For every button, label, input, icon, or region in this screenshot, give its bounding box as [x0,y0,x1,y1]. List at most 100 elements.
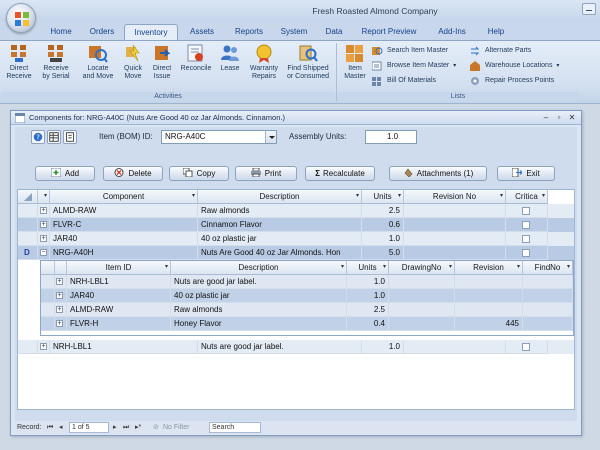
direct-issue-button[interactable]: Direct Issue [148,43,176,81]
sub-description-cell[interactable]: 40 oz plastic jar [171,289,347,303]
sub-revision-cell[interactable]: 445 [455,317,523,331]
tab-system[interactable]: System [274,24,314,40]
sub-column-header-revision[interactable]: Revision ▾ [455,261,523,275]
chevron-down-icon[interactable]: ▾ [165,261,168,274]
first-record-button[interactable]: ⏮ [47,423,53,433]
delete-button[interactable]: Delete [103,166,163,181]
quick-move-button[interactable]: Quick Move [120,43,146,81]
minimize-ribbon-button[interactable] [582,3,596,15]
recalculate-button[interactable]: Σ Recalculate [305,166,375,181]
critical-checkbox[interactable] [522,207,530,215]
expand-icon[interactable]: + [40,343,47,350]
sub-description-cell[interactable]: Nuts are good jar label. [171,275,347,289]
item-master-button[interactable]: Item Master [340,43,370,81]
locate-and-move-button[interactable]: Locate and Move [78,43,118,81]
table-row[interactable]: + FLVR-C Cinnamon Flavor 0.6 [18,218,574,232]
office-button[interactable] [6,3,36,33]
browse-item-master-button[interactable]: Browse Item Master ▾ [372,60,456,72]
units-cell[interactable]: 1.0 [362,232,404,246]
sub-units-cell[interactable]: 0.4 [347,317,389,331]
column-header-description[interactable]: Description ▾ [198,190,362,204]
description-cell[interactable]: Nuts Are Good 40 oz Jar Almonds. Hon [198,246,362,260]
tab-orders[interactable]: Orders [82,24,122,40]
sub-find-cell[interactable] [523,289,573,303]
row-selector[interactable] [41,289,55,303]
sub-item-cell[interactable]: JAR40 [67,289,171,303]
tab-assets[interactable]: Assets [182,24,222,40]
sub-find-cell[interactable] [523,303,573,317]
table-row[interactable]: + JAR40 40 oz plastic jar 1.0 [18,232,574,246]
expand-icon[interactable]: + [56,320,63,327]
column-header-revision-no[interactable]: Revision No ▾ [404,190,506,204]
component-cell[interactable]: FLVR-C [50,218,198,232]
sub-table-row[interactable]: + FLVR-H Honey Flavor 0.4 445 [41,317,573,331]
revision-cell[interactable] [404,232,506,246]
item-bom-id-combo[interactable]: NRG-A40C [161,130,277,144]
direct-receive-button[interactable]: Direct Receive [4,43,34,81]
units-cell[interactable]: 0.6 [362,218,404,232]
sub-item-cell[interactable]: NRH-LBL1 [67,275,171,289]
expand-icon[interactable]: + [40,221,47,228]
revision-cell[interactable] [404,204,506,218]
tab-data[interactable]: Data [318,24,350,40]
sub-drawing-cell[interactable] [389,289,455,303]
critical-checkbox[interactable] [522,249,530,257]
critical-checkbox[interactable] [522,343,530,351]
tab-add-ins[interactable]: Add-Ins [430,24,474,40]
tab-report-preview[interactable]: Report Preview [354,24,424,40]
row-selector[interactable] [41,317,55,331]
chevron-down-icon[interactable]: ▾ [517,261,520,274]
component-cell[interactable]: NRG-A40H [50,246,198,260]
bill-of-materials-button[interactable]: Bill Of Materials [372,75,436,87]
record-position-field[interactable]: 1 of 5 [69,422,109,433]
table-row-expanded[interactable]: D − NRG-A40H Nuts Are Good 40 oz Jar Alm… [18,246,574,260]
tab-home[interactable]: Home [42,24,80,40]
component-cell[interactable]: JAR40 [50,232,198,246]
sub-column-header-drawing-no[interactable]: DrawingNo ▾ [389,261,455,275]
units-cell[interactable]: 1.0 [362,340,404,354]
help-button[interactable]: ? [31,130,45,144]
sub-revision-cell[interactable] [455,303,523,317]
select-all-corner[interactable] [18,190,38,204]
sub-table-row[interactable]: + ALMD-RAW Raw almonds 2.5 [41,303,573,317]
tab-reports[interactable]: Reports [226,24,272,40]
search-input[interactable]: Search [209,422,261,433]
chevron-down-icon[interactable] [265,131,276,143]
sub-revision-cell[interactable] [455,289,523,303]
row-selector-indicator[interactable]: D [18,246,38,260]
sub-find-cell[interactable] [523,317,573,331]
expand-icon[interactable]: + [40,207,47,214]
sub-units-cell[interactable]: 1.0 [347,289,389,303]
receive-by-serial-button[interactable]: Receive by Serial [38,43,74,81]
description-cell[interactable]: Cinnamon Flavor [198,218,362,232]
critical-checkbox[interactable] [522,235,530,243]
sub-drawing-cell[interactable] [389,303,455,317]
sub-select-all-corner[interactable] [41,261,55,275]
table-row[interactable]: + ALMD-RAW Raw almonds 2.5 [18,204,574,218]
lease-button[interactable]: Lease [216,43,244,73]
chevron-down-icon[interactable]: ▾ [449,261,452,274]
sub-column-header-item-id[interactable]: Item ID ▾ [67,261,171,275]
sub-item-cell[interactable]: ALMD-RAW [67,303,171,317]
filter-status[interactable]: No Filter [163,423,189,433]
expand-icon[interactable]: + [56,292,63,299]
units-cell[interactable]: 2.5 [362,204,404,218]
next-record-button[interactable]: ▸ [113,423,117,433]
sub-description-cell[interactable]: Raw almonds [171,303,347,317]
sub-revision-cell[interactable] [455,275,523,289]
chevron-down-icon[interactable]: ▾ [356,190,359,203]
description-cell[interactable]: Nuts are good jar label. [198,340,362,354]
reconcile-button[interactable]: Reconcile [178,43,214,73]
chevron-down-icon[interactable]: ▾ [542,190,545,203]
sub-table-row[interactable]: + NRH-LBL1 Nuts are good jar label. 1.0 [41,275,573,289]
expand-icon[interactable]: + [40,235,47,242]
tab-inventory[interactable]: Inventory [124,24,178,40]
column-header-critical[interactable]: Critica ▾ [506,190,548,204]
revision-cell[interactable] [404,340,506,354]
sub-item-cell[interactable]: FLVR-H [67,317,171,331]
row-selector[interactable] [18,204,38,218]
expand-icon[interactable]: + [56,306,63,313]
units-cell[interactable]: 5.0 [362,246,404,260]
revision-cell[interactable] [404,218,506,232]
component-cell[interactable]: NRH-LBL1 [50,340,198,354]
